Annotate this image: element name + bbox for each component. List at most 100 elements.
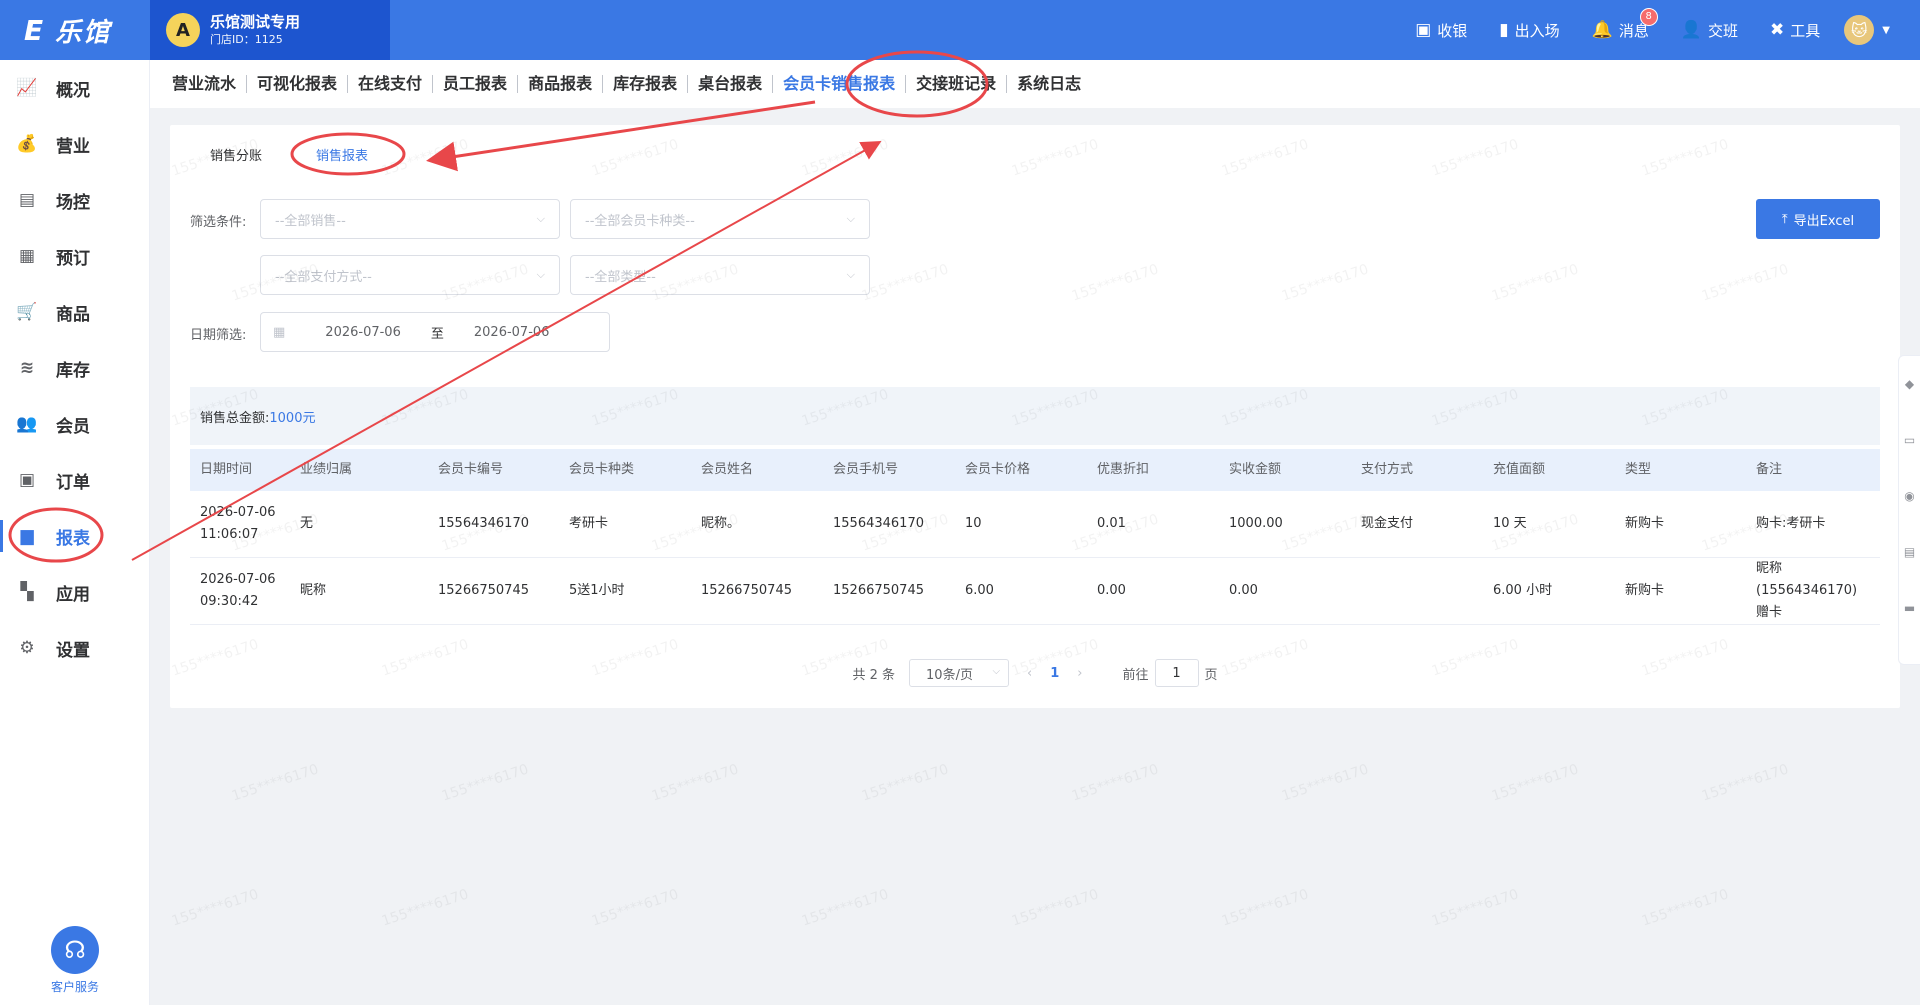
sidebar-item-booking[interactable]: ▦ 预订 [0,228,149,284]
date-start[interactable]: 2026-07-06 [325,325,401,340]
page-size-select[interactable]: 10条/页 ⌵ [909,659,1010,687]
column-header: 会员手机号 [833,462,899,477]
upload-icon: ⤒ [1781,211,1788,227]
handover-label: 交班 [1708,21,1739,40]
watermark-text: 155****6170 [169,886,261,930]
users-icon[interactable]: ◉ [1899,468,1920,524]
entry-exit-button[interactable]: ▮ 出入场 [1499,20,1559,41]
goto-page-input[interactable]: 1 [1154,659,1199,687]
sidebar-item-apps[interactable]: ▚ 应用 [0,564,149,620]
watermark-text: 155****6170 [1639,886,1731,930]
type-select[interactable]: --全部类型-- ⌵ [570,255,870,295]
sidebar-item-label: 设置 [56,640,90,661]
sidebar-item-stock[interactable]: ≋ 库存 [0,340,149,396]
tab-stock-report[interactable]: 库存报表 [603,75,689,93]
tools-button[interactable]: ✖ 工具 [1770,20,1820,41]
card-type-select[interactable]: --全部会员卡种类-- ⌵ [570,199,870,239]
cell-datetime: 2026-07-06 09:30:42 [200,572,276,609]
sidebar-item-settings[interactable]: ⚙ 设置 [0,620,149,676]
sidebar-item-venue[interactable]: ▤ 场控 [0,172,149,228]
tab-online-payment[interactable]: 在线支付 [348,75,434,93]
chevron-down-icon[interactable]: ▼ [1882,25,1890,36]
cell-attribution: 昵称 [300,583,327,598]
prev-page-icon[interactable]: ‹ [1027,666,1032,681]
subtab-sales-report[interactable]: 销售报表 [308,145,376,164]
chart-line-icon: 📈 [16,78,38,98]
cell-member-phone: 15266750745 [833,583,924,598]
tab-business-flow[interactable]: 营业流水 [162,75,248,93]
goto-label: 前往 [1122,667,1149,683]
sidebar-item-label: 营业 [56,136,90,157]
sidebar-item-label: 概况 [56,80,90,101]
sidebar-item-goods[interactable]: 🛒 商品 [0,284,149,340]
cell-recharge: 10 天 [1493,516,1527,531]
chevron-down-icon: ⌵ [846,212,855,225]
cell-attribution: 无 [300,516,314,531]
date-filter-label: 日期筛选: [190,328,247,343]
monitor-icon[interactable]: ▭ [1899,412,1920,468]
cell-member-phone: 15564346170 [833,516,924,531]
tab-shift-records[interactable]: 交接班记录 [906,75,1008,93]
user-avatar[interactable]: 🐱 [1844,15,1875,45]
card-type-select-value: --全部会员卡种类-- [585,213,695,229]
chevron-down-icon: ⌵ [846,268,855,281]
tab-system-log[interactable]: 系统日志 [1007,75,1091,93]
cell-member-name: 昵称。 [701,516,741,531]
table-row: 2026-07-06 09:30:42 昵称 15266750745 5送1小时… [190,558,1880,625]
column-header: 会员卡价格 [965,462,1031,477]
watermark-text: 155****6170 [1429,886,1521,930]
watermark-text: 155****6170 [1699,761,1791,805]
column-header: 日期时间 [200,462,253,477]
sidebar-item-business[interactable]: 💰 营业 [0,116,149,172]
tab-staff-report[interactable]: 员工报表 [433,75,519,93]
cashier-button[interactable]: ▣ 收银 [1415,20,1467,41]
sidebar-item-overview[interactable]: 📈 概况 [0,60,149,116]
cube-icon[interactable]: ◆ [1899,356,1920,412]
watermark-text: 155****6170 [589,886,681,930]
store-switcher[interactable]: A 乐馆测试专用 门店ID：1125 [150,0,390,60]
sidebar-item-label: 商品 [56,304,90,325]
table-header: 日期时间 业绩归属 会员卡编号 会员卡种类 会员姓名 会员手机号 会员卡价格 优… [190,449,1880,491]
bar-chart-icon: ▆ [20,526,34,546]
column-header: 优惠折扣 [1097,462,1150,477]
column-header: 会员卡编号 [438,462,504,477]
sidebar-item-order[interactable]: ▣ 订单 [0,452,149,508]
cell-type: 新购卡 [1625,516,1665,531]
printer-icon[interactable]: ▤ [1899,524,1920,580]
handover-button[interactable]: 👤 交班 [1681,20,1738,41]
sidebar-item-member[interactable]: 👥 会员 [0,396,149,452]
tab-goods-report[interactable]: 商品报表 [518,75,604,93]
watermark-text: 155****6170 [379,886,471,930]
tab-table-report[interactable]: 桌台报表 [688,75,774,93]
current-page[interactable]: 1 [1050,666,1059,681]
top-header: E 乐馆 A 乐馆测试专用 门店ID：1125 ▣ 收银 ▮ 出入场 🔔 消息 … [0,0,1920,60]
report-tabs: 营业流水 可视化报表 在线支付 员工报表 商品报表 库存报表 桌台报表 会员卡销… [150,60,1920,108]
date-range-picker[interactable]: ▦ 2026-07-06 至 2026-07-06 [260,312,610,352]
customer-service-button[interactable]: ☊ 客户服务 [0,926,150,995]
cell-type: 新购卡 [1625,583,1665,598]
entry-exit-label: 出入场 [1514,21,1560,40]
tab-member-card-sales[interactable]: 会员卡销售报表 [773,75,907,93]
card-icon[interactable]: ▬ [1899,580,1920,636]
tools-label: 工具 [1790,21,1821,40]
sidebar-item-report[interactable]: ▆ 报表 [0,508,149,564]
export-excel-label: 导出Excel [1793,213,1855,229]
watermark-text: 155****6170 [1009,886,1101,930]
brand-logo[interactable]: E 乐馆 [0,0,150,60]
table-row: 2026-07-06 11:06:07 无 15564346170 考研卡 昵称… [190,491,1880,558]
tab-visual-report[interactable]: 可视化报表 [247,75,349,93]
layers-icon: ≋ [19,358,35,378]
goto-page: 前往 1 页 [1122,659,1218,687]
store-name: 乐馆测试专用 [210,13,301,31]
sales-select[interactable]: --全部销售-- ⌵ [260,199,560,239]
cell-card-price: 10 [965,516,982,531]
cell-card-price: 6.00 [965,583,994,598]
pay-method-select[interactable]: --全部支付方式-- ⌵ [260,255,560,295]
export-excel-button[interactable]: ⤒ 导出Excel [1756,199,1880,239]
messages-button[interactable]: 🔔 消息 8 [1592,7,1658,41]
calendar-icon: ▦ [18,246,36,266]
date-end[interactable]: 2026-07-06 [474,325,550,340]
sidebar-item-label: 库存 [56,360,90,381]
subtab-sales-split[interactable]: 销售分账 [202,145,270,164]
next-page-icon[interactable]: › [1077,666,1082,681]
